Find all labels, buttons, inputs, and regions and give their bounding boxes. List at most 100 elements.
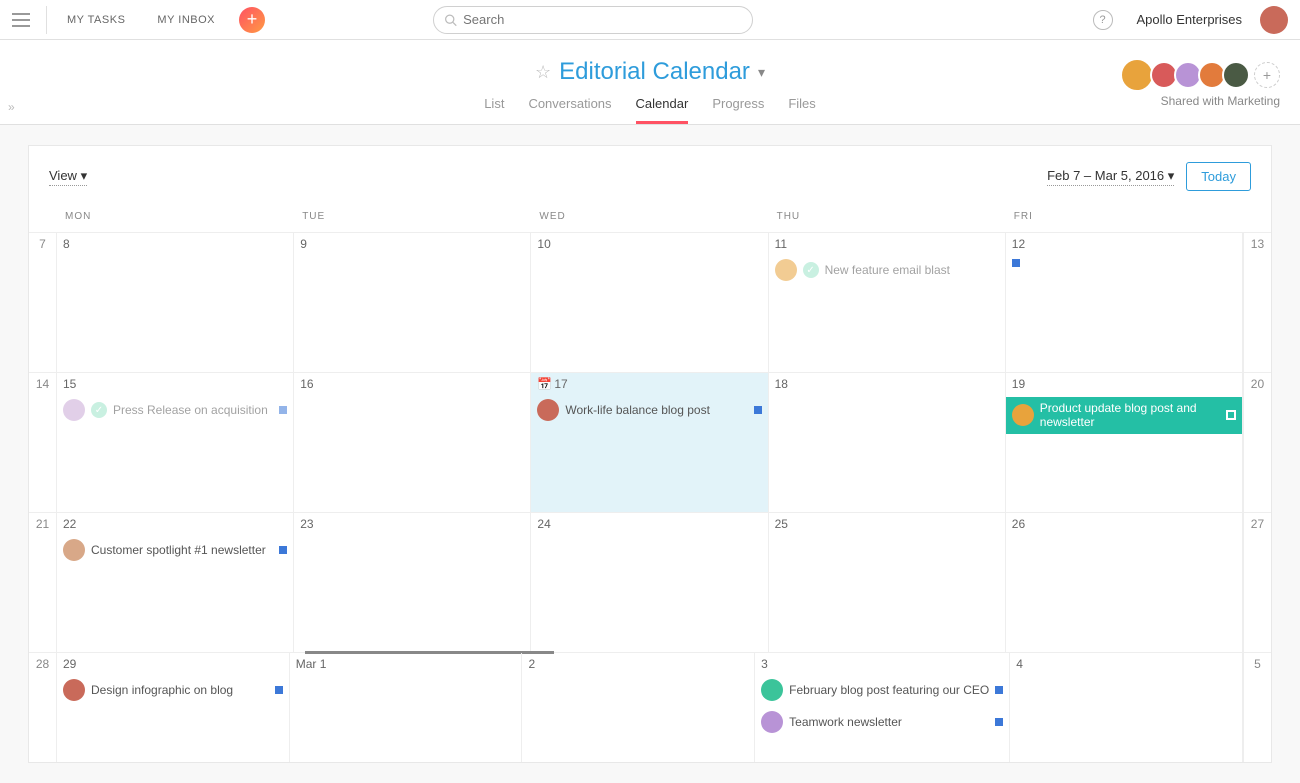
day-number: 22	[63, 517, 287, 531]
day-cell[interactable]: 19 Product update blog post and newslette…	[1006, 373, 1243, 512]
day-cell[interactable]: 2	[522, 653, 755, 762]
day-header: THU	[769, 207, 1006, 226]
task-item[interactable]: ✓ Press Release on acquisition	[63, 397, 287, 423]
task-item[interactable]: Work-life balance blog post	[537, 397, 761, 423]
assignee-avatar	[63, 539, 85, 561]
day-number: 25	[775, 517, 999, 531]
topbar: MY TASKS MY INBOX + ? Apollo Enterprises	[0, 0, 1300, 40]
task-label: Product update blog post and newsletter	[1040, 401, 1220, 430]
divider	[46, 6, 47, 34]
date-range-select[interactable]: Feb 7 – Mar 5, 2016 ▾	[1047, 168, 1174, 186]
task-item[interactable]	[1012, 257, 1236, 269]
expand-sidebar-icon[interactable]: »	[8, 100, 15, 114]
day-cell[interactable]: 8	[57, 233, 294, 372]
task-item[interactable]: ✓New feature email blast	[775, 257, 999, 283]
weekend-day[interactable]: 5	[1243, 653, 1271, 762]
tab-conversations[interactable]: Conversations	[528, 96, 611, 124]
task-item[interactable]: Customer spotlight #1 newsletter	[63, 537, 287, 563]
assignee-avatar	[537, 399, 559, 421]
search-box[interactable]	[433, 6, 753, 34]
my-tasks-link[interactable]: MY TASKS	[55, 14, 137, 26]
day-number: 29	[63, 657, 283, 671]
check-icon: ✓	[803, 262, 819, 278]
member-avatar[interactable]	[1120, 58, 1154, 92]
project-header: » ☆ Editorial Calendar ▾ List Conversatio…	[0, 40, 1300, 125]
task-item[interactable]: Design infographic on blog	[63, 677, 283, 703]
project-title: Editorial Calendar	[559, 58, 750, 86]
task-marker	[995, 686, 1003, 694]
today-button[interactable]: Today	[1186, 162, 1251, 191]
tab-files[interactable]: Files	[788, 96, 815, 124]
day-cell[interactable]: 22 Customer spotlight #1 newsletter	[57, 513, 294, 652]
star-icon[interactable]: ☆	[535, 62, 551, 83]
day-header: MON	[57, 207, 294, 226]
member-avatar[interactable]	[1222, 61, 1250, 89]
check-icon: ✓	[91, 402, 107, 418]
project-menu-caret[interactable]: ▾	[758, 64, 765, 81]
day-number: 19	[1012, 377, 1236, 391]
day-headers: MONTUEWEDTHUFRI	[29, 201, 1271, 232]
calendar-toolbar: View ▾ Feb 7 – Mar 5, 2016 ▾ Today	[29, 146, 1271, 201]
day-cell[interactable]: 12	[1006, 233, 1243, 372]
day-cell[interactable]: 25	[769, 513, 1006, 652]
task-label: Teamwork newsletter	[789, 715, 989, 729]
day-cell[interactable]: 16	[294, 373, 531, 512]
tab-list[interactable]: List	[484, 96, 504, 124]
tab-calendar[interactable]: Calendar	[636, 96, 689, 124]
day-number: 18	[775, 377, 999, 391]
assignee-avatar	[63, 679, 85, 701]
weekend-day[interactable]: 20	[1243, 373, 1271, 512]
day-number: 📅17	[537, 377, 761, 391]
search-icon	[444, 13, 457, 27]
day-cell[interactable]: Mar 1	[290, 653, 523, 762]
weekend-day[interactable]: 27	[1243, 513, 1271, 652]
day-number: 12	[1012, 237, 1236, 251]
my-inbox-link[interactable]: MY INBOX	[145, 14, 227, 26]
day-cell[interactable]: 24	[531, 513, 768, 652]
assignee-avatar	[1012, 404, 1034, 426]
day-number: 4	[1016, 657, 1236, 671]
day-cell[interactable]: 29 Design infographic on blog	[57, 653, 290, 762]
caret-down-icon: ▾	[1168, 168, 1175, 183]
week-row: 1415✓Press Release on acquisition16📅17Wo…	[29, 372, 1271, 512]
day-cell[interactable]: 4	[1010, 653, 1243, 762]
day-cell[interactable]: 15✓Press Release on acquisition	[57, 373, 294, 512]
calendar-container: View ▾ Feb 7 – Mar 5, 2016 ▾ Today MONTU…	[28, 145, 1272, 763]
weekend-day[interactable]: 7	[29, 233, 57, 372]
day-cell[interactable]: 10	[531, 233, 768, 372]
weekend-day[interactable]: 21	[29, 513, 57, 652]
task-item[interactable]: Product update blog post and newsletter	[1006, 397, 1242, 434]
day-cell[interactable]: 26	[1006, 513, 1243, 652]
help-icon[interactable]: ?	[1093, 10, 1113, 30]
task-label: February blog post featuring our CEO	[789, 683, 989, 697]
task-label: Press Release on acquisition	[113, 403, 273, 417]
task-marker	[279, 546, 287, 554]
day-cell[interactable]: 11✓New feature email blast	[769, 233, 1006, 372]
weekend-day[interactable]: 28	[29, 653, 57, 762]
day-number: 3	[761, 657, 1003, 671]
day-cell[interactable]: 9	[294, 233, 531, 372]
day-cell[interactable]: 📅17 Work-life balance blog post	[531, 373, 768, 512]
day-number: 16	[300, 377, 524, 391]
task-label: Customer spotlight #1 newsletter	[91, 543, 273, 557]
user-avatar[interactable]	[1260, 6, 1288, 34]
search-input[interactable]	[463, 12, 742, 27]
add-member-button[interactable]: +	[1254, 62, 1280, 88]
view-select[interactable]: View ▾	[49, 168, 87, 186]
task-label: Design infographic on blog	[91, 683, 269, 697]
day-cell[interactable]: 18	[769, 373, 1006, 512]
day-number: 10	[537, 237, 761, 251]
task-marker	[995, 718, 1003, 726]
menu-icon[interactable]	[12, 13, 30, 27]
task-item[interactable]: Teamwork newsletter	[761, 709, 1003, 735]
weekend-day[interactable]: 13	[1243, 233, 1271, 372]
day-number: 8	[63, 237, 287, 251]
add-button[interactable]: +	[239, 7, 265, 33]
task-item[interactable]: February blog post featuring our CEO	[761, 677, 1003, 703]
day-cell[interactable]: 3 February blog post featuring our CEO Tea…	[755, 653, 1010, 762]
day-header: TUE	[294, 207, 531, 226]
weekend-day[interactable]: 14	[29, 373, 57, 512]
day-cell[interactable]: 23	[294, 513, 531, 652]
org-name[interactable]: Apollo Enterprises	[1137, 12, 1243, 27]
tab-progress[interactable]: Progress	[712, 96, 764, 124]
